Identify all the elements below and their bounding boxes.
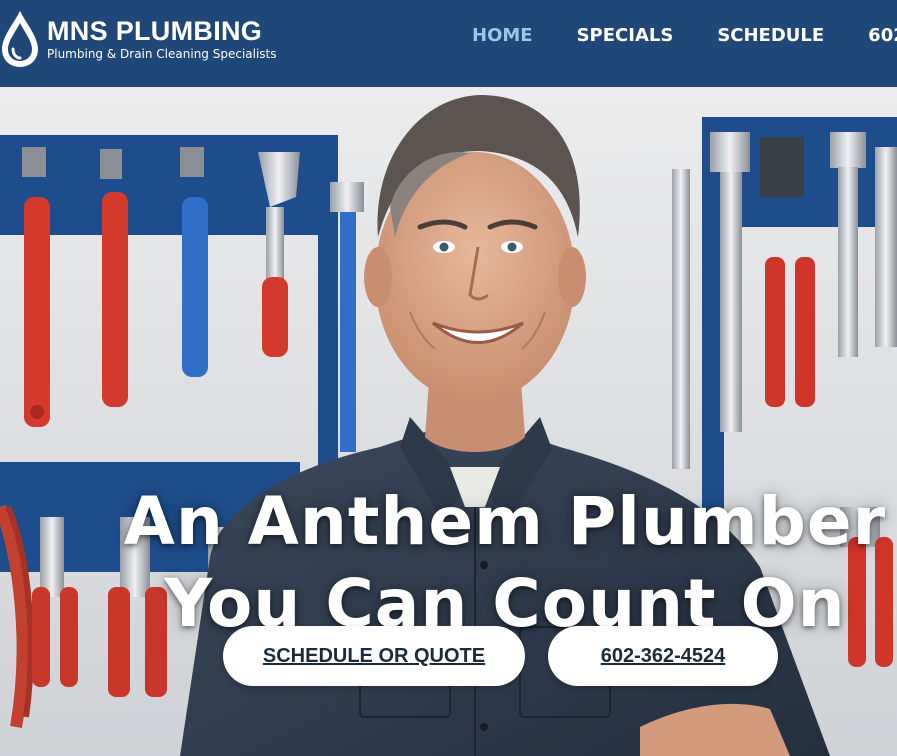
hero-headline-line1: An Anthem Plumber (123, 483, 887, 561)
page: MNS PLUMBING Plumbing & Drain Cleaning S… (0, 0, 897, 756)
water-drop-icon (2, 11, 38, 67)
schedule-quote-button[interactable]: SCHEDULE OR QUOTE (223, 626, 525, 686)
brand-tagline: Plumbing & Drain Cleaning Specialists (47, 47, 277, 61)
hero-section: An Anthem Plumber You Can Count On SCHED… (0, 87, 897, 756)
brand-logo[interactable]: MNS PLUMBING Plumbing & Drain Cleaning S… (0, 6, 277, 72)
brand-text: MNS PLUMBING Plumbing & Drain Cleaning S… (47, 16, 277, 62)
nav-item-home[interactable]: HOME (472, 24, 533, 48)
nav-item-specials[interactable]: SPECIALS (577, 24, 674, 48)
nav-item-phone[interactable]: 602 (868, 24, 897, 48)
call-phone-button[interactable]: 602-362-4524 (548, 626, 778, 686)
main-nav: HOME SPECIALS SCHEDULE 602 (472, 24, 897, 48)
hero-headline: An Anthem Plumber You Can Count On (0, 481, 897, 645)
brand-name: MNS PLUMBING (47, 16, 263, 46)
nav-item-schedule[interactable]: SCHEDULE (717, 24, 824, 48)
site-header: MNS PLUMBING Plumbing & Drain Cleaning S… (0, 0, 897, 87)
